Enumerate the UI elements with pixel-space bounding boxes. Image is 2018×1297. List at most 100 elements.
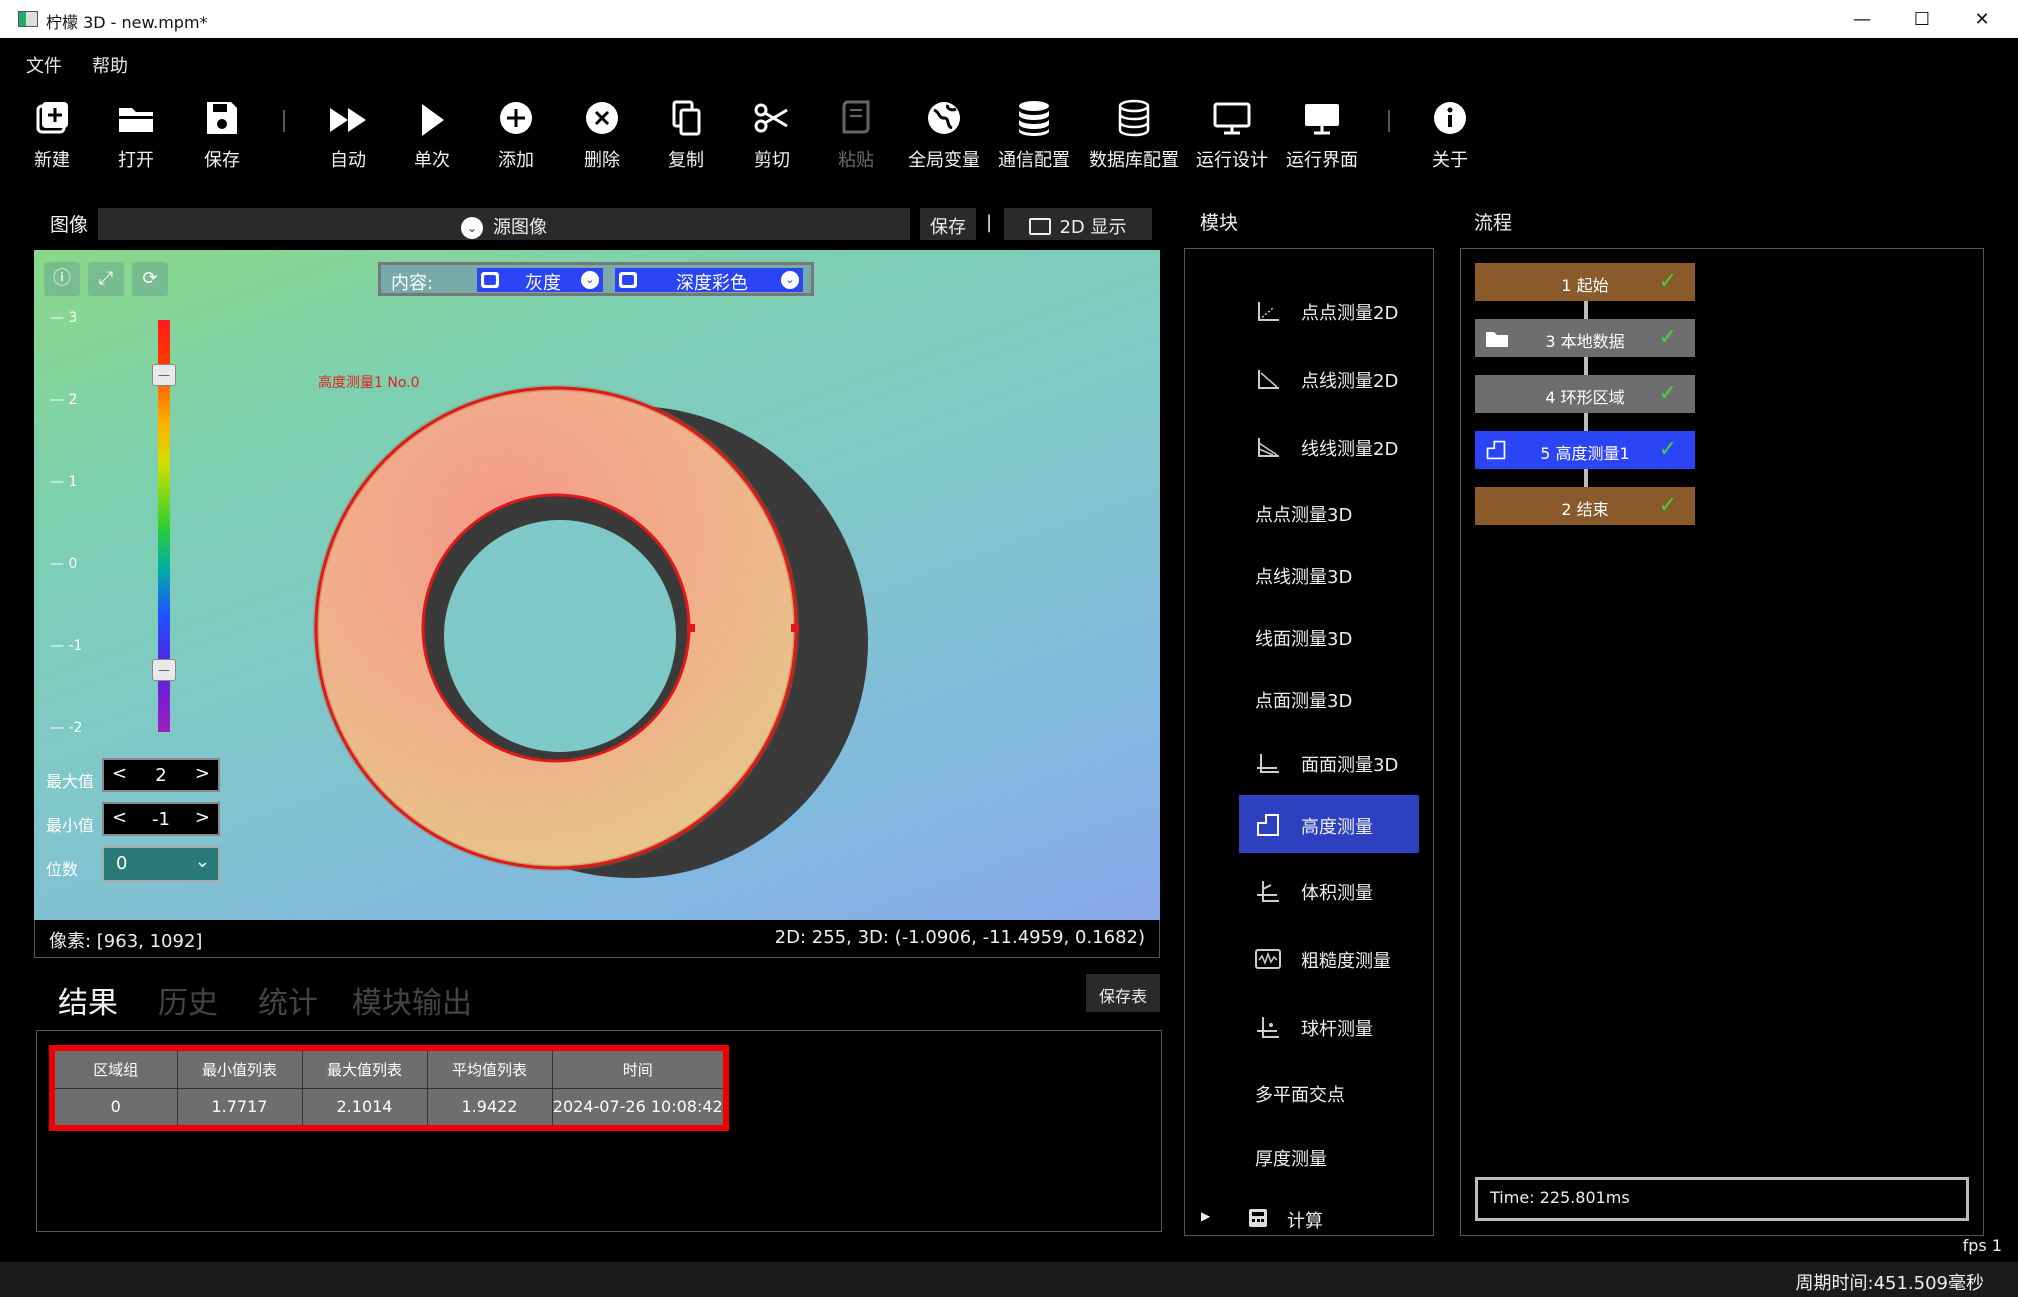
flow-node-local-data[interactable]: 3 本地数据 ✓ [1475,319,1695,357]
flow-label: 流程 [1474,212,1513,234]
scissors-icon [754,103,788,133]
chevron-down-icon: ⌄ [461,217,483,239]
source-select-value: 源图像 [493,217,547,238]
chevron-down-icon: ⌄ [581,271,599,289]
flow-connector [1584,301,1588,319]
maximize-button[interactable]: ☐ [1892,0,1952,38]
info-icon [1434,102,1466,134]
coordinate-readout-bar: 像素: [963, 1092] 2D: 255, 3D: (-1.0906, -… [34,920,1160,958]
max-handle[interactable]: — [152,364,176,386]
run-design-button[interactable]: 运行设计 [1192,96,1272,180]
calculator-icon [1249,1209,1267,1227]
menu-file[interactable]: 文件 [26,52,62,78]
module-item[interactable]: 点线测量2D [1185,351,1433,407]
delete-button[interactable]: 删除 [572,96,632,180]
depth-color-checkbox[interactable]: 深度彩色 ⌄ [615,268,803,294]
single-run-button[interactable]: 单次 [402,96,462,180]
close-button[interactable]: ✕ [1952,0,2012,38]
module-item[interactable]: 线线测量2D [1185,419,1433,475]
chevron-right-icon[interactable]: > [195,807,210,828]
flow-connector [1584,357,1588,375]
toolbar-separator [1388,110,1390,132]
flow-node-end[interactable]: 2 结束 ✓ [1475,487,1695,525]
paste-button[interactable]: 粘贴 [826,96,886,180]
tab-result[interactable]: 结果 [58,978,118,1022]
cut-button[interactable]: 剪切 [742,96,802,180]
display-mode-button[interactable]: 2D 显示 [1004,208,1152,240]
chevron-down-icon: ⌄ [194,851,210,872]
module-item-selected[interactable]: 高度测量 [1185,795,1433,853]
info-icon[interactable]: ⓘ [44,262,80,296]
minimize-button[interactable]: — [1832,0,1892,38]
open-button[interactable]: 打开 [106,96,166,180]
height-measure-icon [1257,814,1279,836]
table-cell: 1.7717 [176,1087,303,1129]
menu-help[interactable]: 帮助 [92,52,128,78]
min-value-stepper[interactable]: < -1 > [102,802,220,836]
max-value-stepper[interactable]: < 2 > [102,758,220,792]
module-item[interactable]: 厚度测量 [1185,1129,1433,1185]
module-item[interactable]: 点面测量3D [1185,671,1433,727]
table-header: 区域组 [51,1047,178,1089]
tab-stats[interactable]: 统计 [258,978,318,1022]
table-cell: 2.1014 [301,1087,428,1129]
image-save-button[interactable]: 保存 [920,208,976,240]
measure-overlay-label: 高度测量1 No.0 [318,375,420,391]
module-item[interactable]: 多平面交点 [1185,1065,1433,1121]
comm-config-button[interactable]: 通信配置 [994,96,1074,180]
new-button[interactable]: 新建 [22,96,82,180]
check-icon: ✓ [1658,493,1677,518]
modules-label: 模块 [1200,212,1239,234]
digits-select[interactable]: 0 ⌄ [102,846,220,882]
save-button[interactable]: 保存 [192,96,252,180]
check-icon: ✓ [1658,437,1677,462]
table-header: 最小值列表 [176,1047,303,1089]
check-icon: ✓ [1658,325,1677,350]
db-config-button[interactable]: 数据库配置 [1086,96,1182,180]
title-bar: 柠檬 3D - new.mpm* — ☐ ✕ [0,0,2018,38]
module-item[interactable]: 线面测量3D [1185,609,1433,665]
module-item[interactable]: 点点测量3D [1185,485,1433,541]
table-cell: 1.9422 [426,1087,553,1129]
database-icon [1019,101,1049,136]
global-variables-button[interactable]: 全局变量 [904,96,984,180]
module-item[interactable]: 面面测量3D [1185,735,1433,791]
module-group-calc[interactable]: ▶ 计算 [1185,1191,1433,1235]
module-list: 点点测量2D 点线测量2D 线线测量2D 点点测量3D 点线测量3D 线面测量3… [1184,248,1434,1236]
tab-module-output[interactable]: 模块输出 [352,978,472,1022]
plane-measure-icon [1257,754,1279,773]
volume-measure-icon [1257,881,1279,902]
gray-checkbox[interactable]: 灰度 ⌄ [477,268,603,294]
toolbar: 新建 打开 保存 自动 单次 添加 删除 复制 剪切 粘贴 全局变量 通信配置 … [0,96,2018,180]
auto-run-button[interactable]: 自动 [318,96,378,180]
save-table-button[interactable]: 保存表 [1086,974,1160,1012]
folder-icon [119,108,153,132]
flow-node-ring-region[interactable]: 4 环形区域 ✓ [1475,375,1695,413]
table-header: 时间 [551,1047,727,1089]
image-viewport[interactable]: ⓘ ⤢ ⟳ 内容: 灰度 ⌄ 深度彩色 ⌄ — 3 — 2 — 1 — 0 — … [34,250,1160,920]
angle-measure-icon [1258,302,1279,321]
module-item[interactable]: 粗糙度测量 [1185,931,1433,987]
scale-tick: — 3 [50,310,78,326]
chevron-right-icon[interactable]: > [195,763,210,784]
fit-screen-icon[interactable]: ⤢ [88,262,124,296]
refresh-icon[interactable]: ⟳ [132,262,168,296]
flow-node-start[interactable]: 1 起始 ✓ [1475,263,1695,301]
module-item[interactable]: 体积测量 [1185,863,1433,919]
tab-history[interactable]: 历史 [158,978,218,1022]
module-item[interactable]: 球杆测量 [1185,999,1433,1055]
flow-node-height-measure[interactable]: 5 高度测量1 ✓ [1475,431,1695,469]
module-item[interactable]: 点线测量3D [1185,547,1433,603]
run-ui-button[interactable]: 运行界面 [1282,96,1362,180]
module-item[interactable]: 点点测量2D [1185,283,1433,339]
app-icon [18,11,38,27]
status-bar: 周期时间:451.509毫秒 [0,1262,2018,1297]
scale-tick: — 1 [50,474,78,490]
add-button[interactable]: 添加 [486,96,546,180]
divider: | [986,212,993,233]
about-button[interactable]: 关于 [1420,96,1480,180]
copy-button[interactable]: 复制 [656,96,716,180]
source-image-select[interactable]: ⌄ 源图像 [98,208,910,240]
min-handle[interactable]: — [152,659,176,681]
table-row[interactable]: 0 1.7717 2.1014 1.9422 2024-07-26 10:08:… [51,1087,727,1129]
